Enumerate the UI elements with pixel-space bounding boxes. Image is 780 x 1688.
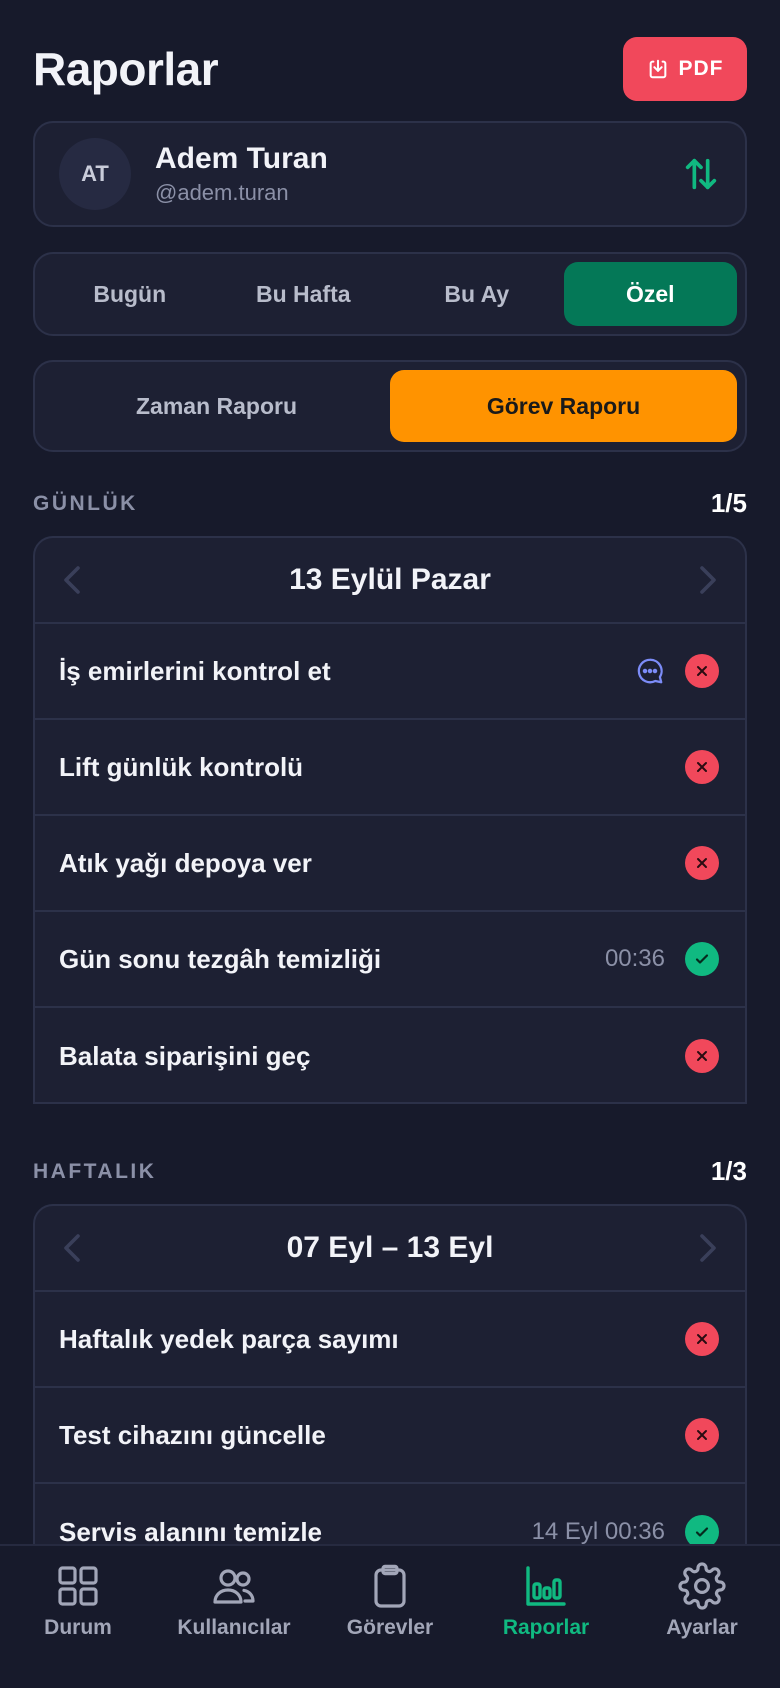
tab-label: Durum: [44, 1616, 112, 1639]
task-title: Haftalık yedek parça sayımı: [59, 1323, 399, 1354]
tab-this-month[interactable]: Bu Ay: [390, 262, 564, 326]
swap-vertical-icon[interactable]: [681, 154, 721, 194]
failed-status-icon: [685, 654, 719, 688]
tab-raporlar[interactable]: Raporlar: [468, 1562, 624, 1688]
failed-status-icon: [685, 1418, 719, 1452]
task-row[interactable]: İş emirlerini kontrol et: [35, 624, 745, 720]
pdf-label: PDF: [678, 57, 724, 80]
tab-label: Görevler: [346, 1616, 434, 1639]
report-type-selector: Zaman Raporu Görev Raporu: [33, 360, 747, 452]
task-title: Servis alanını temizle: [59, 1516, 323, 1547]
task-row[interactable]: Atık yağı depoya ver: [35, 816, 745, 912]
weekly-section-header: HAFTALIK 1/3: [33, 1156, 747, 1187]
task-completion-time: 00:36: [604, 945, 665, 972]
failed-status-icon: [685, 750, 719, 784]
gear-icon: [678, 1562, 726, 1610]
tab-gorevler[interactable]: Görevler: [312, 1562, 468, 1688]
tab-this-week[interactable]: Bu Hafta: [217, 262, 391, 326]
chevron-right-icon[interactable]: [697, 1233, 719, 1263]
tab-today[interactable]: Bugün: [43, 262, 217, 326]
chevron-left-icon[interactable]: [61, 565, 83, 595]
failed-status-icon: [685, 846, 719, 880]
clipboard-icon: [374, 1564, 406, 1608]
period-selector: Bugün Bu Hafta Bu Ay Özel: [33, 252, 747, 336]
header: Raporlar PDF: [33, 37, 747, 101]
date-navigator: 13 Eylül Pazar: [35, 538, 745, 624]
section-label: GÜNLÜK: [33, 491, 138, 515]
daily-panel: 13 Eylül Pazar İş emirlerini kontrol et …: [33, 536, 747, 1104]
task-title: Gün sonu tezgâh temizliği: [59, 943, 382, 974]
task-completion-time: 14 Eyl 00:36: [531, 1518, 665, 1545]
task-title: Test cihazını güncelle: [59, 1419, 326, 1450]
users-icon: [213, 1569, 255, 1604]
tab-durum[interactable]: Durum: [0, 1562, 156, 1688]
section-page-count: 1/3: [710, 1156, 747, 1186]
task-title: İş emirlerini kontrol et: [59, 655, 331, 686]
download-icon: [649, 59, 666, 79]
tab-time-report[interactable]: Zaman Raporu: [43, 370, 390, 442]
user-name: Adem Turan: [155, 142, 328, 175]
page-title: Raporlar: [33, 43, 219, 95]
tab-label: Raporlar: [502, 1616, 590, 1639]
failed-status-icon: [685, 1322, 719, 1356]
current-date-range: 07 Eyl – 13 Eyl: [286, 1231, 494, 1264]
tab-label: Kullanıcılar: [177, 1616, 291, 1639]
tab-custom[interactable]: Özel: [563, 262, 737, 326]
task-title: Atık yağı depoya ver: [59, 847, 312, 878]
tab-label: Ayarlar: [666, 1616, 738, 1639]
task-title: Balata siparişini geç: [59, 1040, 311, 1071]
bar-chart-icon: [526, 1566, 566, 1606]
task-row[interactable]: Gün sonu tezgâh temizliği 00:36: [35, 912, 745, 1008]
grid-icon: [58, 1566, 98, 1606]
user-info: Adem Turan @adem.turan: [155, 142, 681, 206]
task-row[interactable]: Balata siparişini geç: [35, 1008, 745, 1102]
task-row[interactable]: Haftalık yedek parça sayımı: [35, 1292, 745, 1388]
check-icon: [685, 942, 719, 976]
chevron-left-icon[interactable]: [61, 1233, 83, 1263]
date-navigator: 07 Eyl – 13 Eyl: [35, 1206, 745, 1292]
section-page-count: 1/5: [710, 488, 747, 518]
task-title: Lift günlük kontrolü: [59, 751, 304, 782]
current-date: 13 Eylül Pazar: [289, 563, 491, 596]
bottom-tab-bar: Durum Kullanıcılar Görevler Raporlar Aya…: [0, 1544, 780, 1688]
user-handle: @adem.turan: [155, 180, 289, 205]
tab-ayarlar[interactable]: Ayarlar: [624, 1562, 780, 1688]
task-row[interactable]: Lift günlük kontrolü: [35, 720, 745, 816]
task-row[interactable]: Test cihazını güncelle: [35, 1388, 745, 1484]
chevron-right-icon[interactable]: [697, 565, 719, 595]
tab-task-report[interactable]: Görev Raporu: [390, 370, 737, 442]
daily-section-header: GÜNLÜK 1/5: [33, 488, 747, 519]
pdf-export-button[interactable]: PDF: [623, 37, 747, 101]
tab-kullanicilar[interactable]: Kullanıcılar: [156, 1562, 312, 1688]
avatar: AT: [59, 138, 131, 210]
failed-status-icon: [685, 1039, 719, 1073]
comment-icon[interactable]: [635, 656, 665, 686]
user-selector[interactable]: AT Adem Turan @adem.turan: [33, 121, 747, 227]
section-label: HAFTALIK: [33, 1159, 157, 1183]
